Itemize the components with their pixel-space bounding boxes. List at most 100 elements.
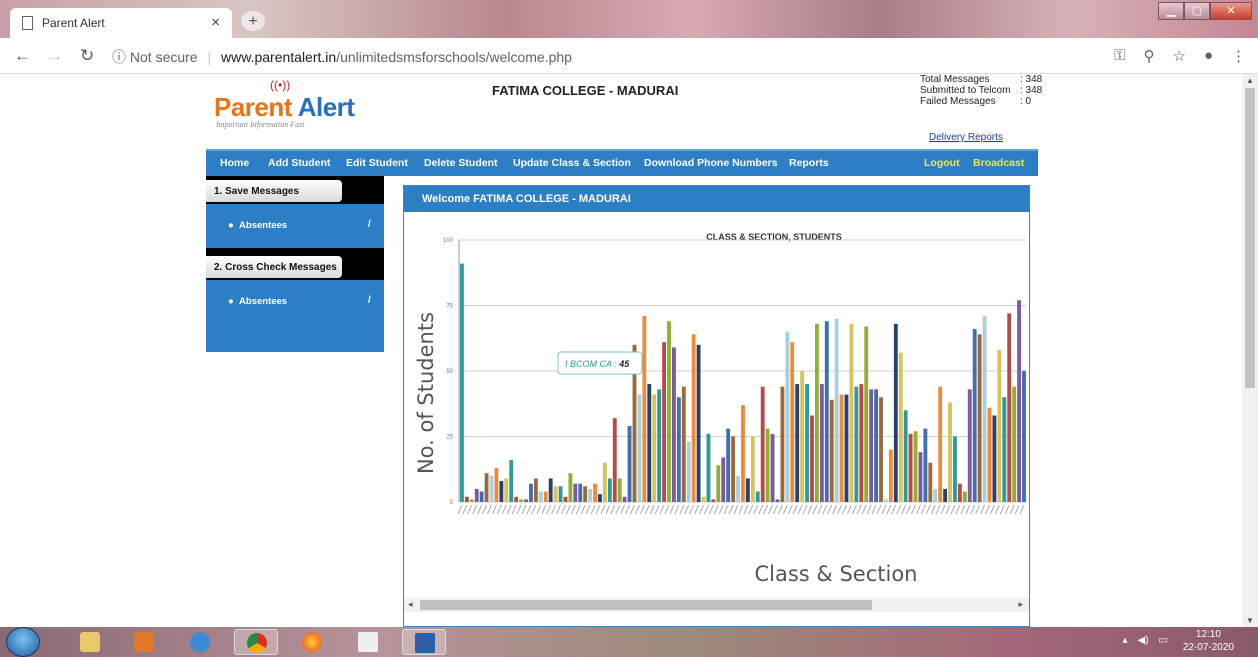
chart-bar[interactable] bbox=[913, 431, 918, 502]
browser-tab[interactable]: Parent Alert × bbox=[10, 8, 232, 38]
omnibox[interactable]: ⓘ Not secure | www.parentalert.in/unlimi… bbox=[112, 47, 572, 67]
scroll-down-icon[interactable]: ▼ bbox=[1246, 616, 1254, 625]
chart-bar[interactable] bbox=[1017, 300, 1021, 502]
chart-bar[interactable] bbox=[957, 483, 962, 502]
sidebar-item-absentees-save[interactable]: ● Absentees bbox=[228, 220, 287, 231]
sidebar-item-absentees-check[interactable]: ● Absentees bbox=[228, 296, 287, 307]
vertical-scroll-thumb[interactable] bbox=[1245, 88, 1255, 388]
chart-bar[interactable] bbox=[869, 389, 874, 502]
chart-bar[interactable] bbox=[474, 488, 479, 502]
chart-bar[interactable] bbox=[928, 462, 933, 502]
chart-bar[interactable] bbox=[701, 496, 706, 502]
chart-bar[interactable] bbox=[583, 486, 588, 502]
chart-bar[interactable] bbox=[805, 384, 809, 502]
chart-bar[interactable] bbox=[460, 263, 464, 502]
chart-bar[interactable] bbox=[849, 323, 854, 502]
chart-bar[interactable] bbox=[760, 386, 765, 502]
chart-bar[interactable] bbox=[484, 473, 489, 502]
chart-bar[interactable] bbox=[953, 436, 957, 503]
chrome-taskbar-button[interactable] bbox=[234, 629, 278, 655]
chart-bar[interactable] bbox=[588, 488, 593, 502]
chart-bar[interactable] bbox=[888, 449, 893, 502]
chart-bar[interactable] bbox=[1022, 371, 1026, 502]
chart-bar[interactable] bbox=[795, 384, 800, 502]
scroll-left-icon[interactable]: ◂ bbox=[408, 599, 413, 610]
chart-bar[interactable] bbox=[593, 483, 597, 502]
scroll-up-icon[interactable]: ▲ bbox=[1246, 76, 1254, 85]
chart-bar[interactable] bbox=[898, 352, 903, 502]
chart-bar[interactable] bbox=[494, 467, 499, 502]
chart-bar[interactable] bbox=[938, 386, 943, 502]
chart-bar[interactable] bbox=[558, 486, 563, 502]
app-taskbar-button[interactable] bbox=[346, 629, 390, 655]
tab-close-icon[interactable]: × bbox=[211, 14, 220, 31]
close-window-button[interactable]: ✕ bbox=[1210, 2, 1252, 20]
menu-broadcast[interactable]: Broadcast bbox=[973, 157, 1024, 169]
chart-bar[interactable] bbox=[1007, 313, 1012, 502]
start-button[interactable] bbox=[6, 627, 40, 657]
chart-bar[interactable] bbox=[770, 433, 775, 502]
chart-bar[interactable] bbox=[923, 428, 928, 502]
sidebar-section-save-messages[interactable]: 1. Save Messages bbox=[206, 180, 342, 202]
chart-bar[interactable] bbox=[972, 329, 977, 502]
ie-taskbar-button[interactable] bbox=[178, 629, 222, 655]
chart-bar[interactable] bbox=[933, 488, 938, 502]
chart-bar[interactable] bbox=[519, 499, 524, 502]
menu-home[interactable]: Home bbox=[220, 157, 249, 169]
chart-bar[interactable] bbox=[874, 389, 879, 502]
chart-bar[interactable] bbox=[824, 321, 829, 502]
chart-bar[interactable] bbox=[814, 323, 819, 502]
chart-bar[interactable] bbox=[509, 460, 514, 502]
scroll-thumb[interactable] bbox=[420, 600, 872, 610]
firefox-taskbar-button[interactable] bbox=[290, 629, 334, 655]
chart-bar[interactable] bbox=[879, 397, 883, 502]
chart-bar[interactable] bbox=[529, 483, 533, 502]
menu-dots-icon[interactable]: ⋮ bbox=[1231, 47, 1246, 65]
menu-update-class-section[interactable]: Update Class & Section bbox=[513, 157, 631, 169]
maximize-button[interactable]: ▢ bbox=[1184, 2, 1210, 20]
chart-bar[interactable] bbox=[652, 394, 657, 502]
menu-add-student[interactable]: Add Student bbox=[268, 157, 330, 169]
chart-bar[interactable] bbox=[721, 457, 726, 502]
delivery-reports-link[interactable]: Delivery Reports bbox=[929, 132, 1003, 143]
zoom-icon[interactable]: ⚲ bbox=[1143, 47, 1154, 65]
menu-reports[interactable]: Reports bbox=[789, 157, 829, 169]
chart-bar[interactable] bbox=[844, 394, 849, 502]
chart-bar[interactable] bbox=[617, 478, 622, 502]
chart-bar[interactable] bbox=[997, 350, 1002, 502]
chart-bar[interactable] bbox=[504, 478, 509, 502]
chart-bar[interactable] bbox=[686, 441, 691, 502]
chart-bar[interactable] bbox=[553, 486, 558, 502]
vertical-scrollbar[interactable]: ▲ ▼ bbox=[1242, 74, 1258, 627]
chart-bar[interactable] bbox=[854, 386, 859, 502]
chart-bar[interactable] bbox=[622, 496, 627, 502]
chart-bar[interactable] bbox=[672, 347, 676, 502]
info-icon[interactable]: ⓘ bbox=[112, 49, 126, 65]
chart-bar[interactable] bbox=[765, 428, 770, 502]
chart-bar[interactable] bbox=[884, 499, 888, 502]
chart-bar[interactable] bbox=[829, 399, 834, 502]
chart-bar[interactable] bbox=[642, 315, 647, 502]
chart-bar[interactable] bbox=[943, 488, 948, 502]
forward-icon[interactable]: → bbox=[46, 46, 63, 66]
chart-bar[interactable] bbox=[607, 478, 612, 502]
media-taskbar-button[interactable] bbox=[122, 629, 166, 655]
new-tab-button[interactable]: + bbox=[240, 10, 266, 32]
chart-bar[interactable] bbox=[819, 384, 824, 502]
chart-bar[interactable] bbox=[657, 389, 662, 502]
chart-bar[interactable] bbox=[568, 473, 573, 502]
chart-bar[interactable] bbox=[987, 407, 992, 502]
chart-bar[interactable] bbox=[489, 475, 494, 502]
chart-bar[interactable] bbox=[992, 415, 997, 502]
menu-delete-student[interactable]: Delete Student bbox=[424, 157, 498, 169]
chart-bar[interactable] bbox=[962, 491, 967, 502]
chart-bar[interactable] bbox=[627, 426, 632, 502]
chart-bar[interactable] bbox=[839, 394, 844, 502]
chart-bar[interactable] bbox=[834, 318, 839, 502]
chart-bar[interactable] bbox=[464, 496, 469, 502]
chart-bar[interactable] bbox=[731, 436, 736, 503]
chart-bar[interactable] bbox=[538, 491, 543, 502]
chart-bar[interactable] bbox=[726, 428, 731, 502]
chart-bar[interactable] bbox=[598, 494, 602, 502]
chart-bar[interactable] bbox=[514, 496, 519, 502]
